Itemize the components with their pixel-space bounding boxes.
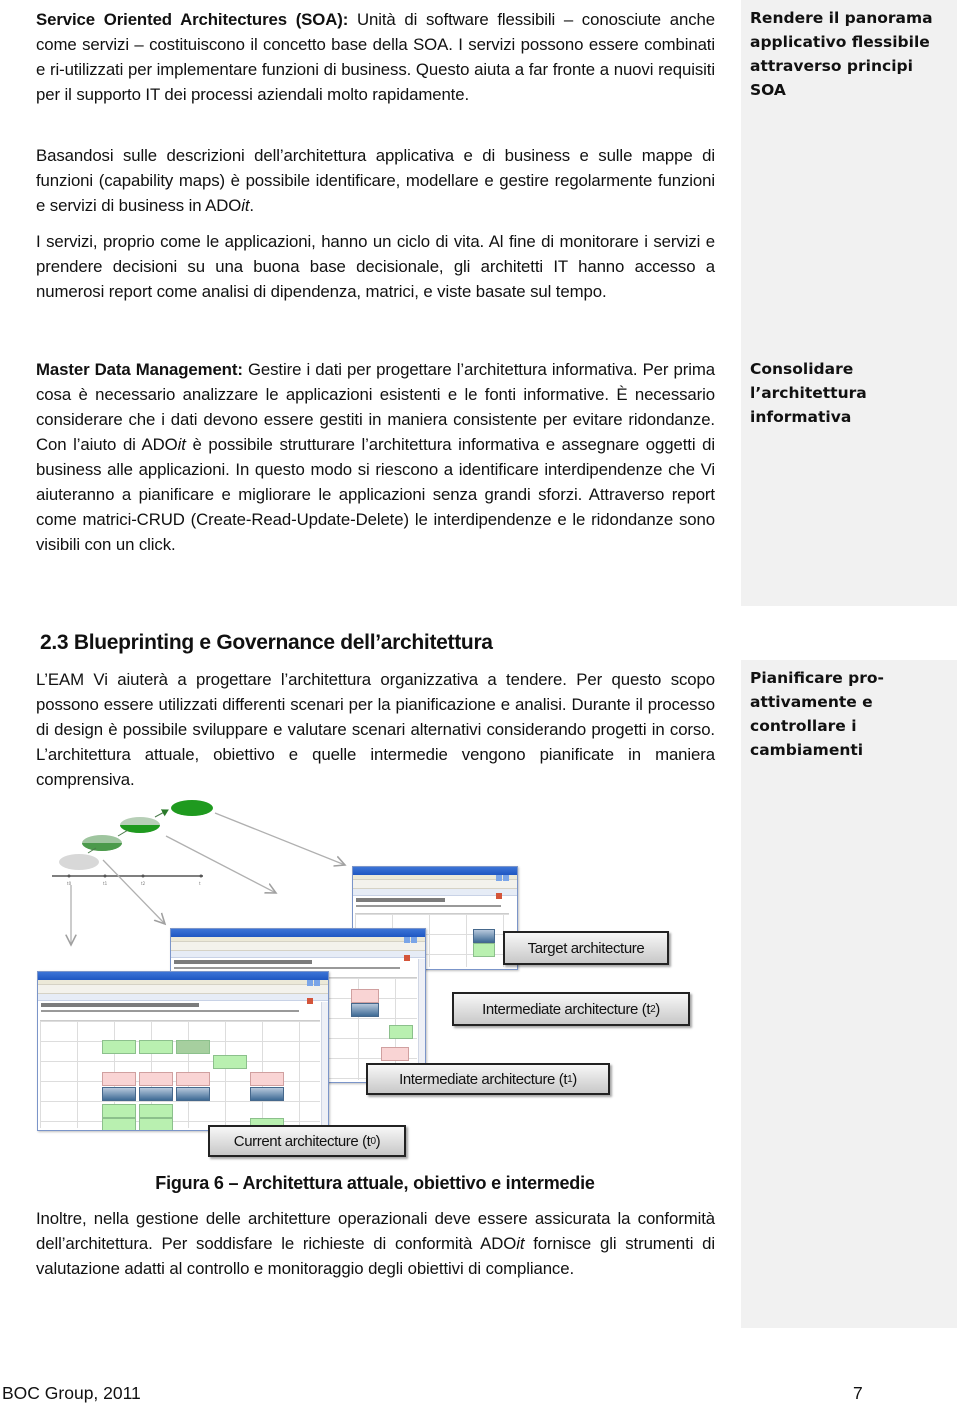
paragraph-text-end: . — [249, 196, 254, 215]
label-text: Intermediate architecture (t — [482, 1000, 651, 1018]
term-soa: Service Oriented Architectures (SOA): — [36, 10, 349, 29]
label-current-architecture: Current architecture (t 0) — [208, 1125, 406, 1157]
tick-t0 — [67, 874, 71, 878]
sidebar-note-soa: Rendere il panorama applicativo flessibi… — [750, 9, 933, 99]
figure-architecture-scenarios: t0 t1 t2 t Target architecture Intermedi… — [0, 790, 720, 1170]
footer-company: BOC Group, 2011 — [2, 1383, 141, 1403]
progress-arrow — [117, 829, 129, 837]
tick-t1 — [103, 874, 107, 878]
pointer-arrow-t1 — [102, 859, 165, 924]
label-intermediate-t2: Intermediate architecture (t 2) — [452, 992, 690, 1026]
label-target-architecture: Target architecture — [503, 931, 669, 965]
label-text: Intermediate architecture (t — [399, 1070, 568, 1088]
tick-label-t1: t1 — [103, 881, 108, 886]
product-name-italic: it — [177, 435, 186, 454]
paragraph-text: I servizi, proprio come le applicazioni,… — [36, 232, 715, 301]
sidebar-note-information-architecture: Consolidare l’architettura informativa — [750, 360, 867, 426]
node-soll-1-shade — [82, 843, 122, 851]
paragraph-compliance: Inoltre, nella gestione delle architettu… — [36, 1206, 715, 1281]
term-master-data: Master Data Management: — [36, 360, 243, 379]
tick-t2 — [141, 874, 145, 878]
pointer-arrow-target — [214, 812, 345, 865]
tick-t — [199, 874, 203, 878]
window-titlebar — [171, 929, 425, 961]
paragraph-text: L’EAM Vi aiuterà a progettare l’architet… — [36, 670, 715, 789]
paragraph-capability-maps: Basandosi sulle descrizioni dell’archite… — [36, 143, 715, 218]
screenshot-window-current — [37, 971, 329, 1131]
paragraph-soa: Service Oriented Architectures (SOA): Un… — [36, 7, 715, 107]
progress-arrow — [154, 809, 169, 818]
paragraph-eam: L’EAM Vi aiuterà a progettare l’architet… — [36, 667, 715, 792]
section-heading: 2.3 Blueprinting e Governance dell’archi… — [40, 631, 493, 654]
pointer-arrow-t2 — [165, 835, 276, 893]
node-ist — [59, 854, 99, 870]
label-intermediate-t1: Intermediate architecture (t 1) — [366, 1063, 610, 1095]
label-close-paren: ) — [655, 1000, 660, 1018]
tick-label-t2: t2 — [141, 881, 146, 886]
figure-caption: Figura 6 – Architettura attuale, obietti… — [155, 1173, 595, 1193]
label-text: Target architecture — [527, 939, 645, 957]
footer-page-number: 7 — [853, 1383, 863, 1403]
paragraph-text: Basandosi sulle descrizioni dell’archite… — [36, 146, 715, 215]
node-soll-2-shade — [120, 825, 160, 833]
paragraph-service-lifecycle: I servizi, proprio come le applicazioni,… — [36, 229, 715, 304]
window-titlebar — [38, 972, 328, 1004]
label-text: Current architecture (t — [233, 1132, 371, 1150]
paragraph-master-data: Master Data Management: Gestire i dati p… — [36, 357, 715, 557]
label-close-paren: ) — [375, 1132, 381, 1150]
sidebar-note-planning: Pianificare pro-attivamente e controllar… — [750, 669, 884, 759]
window-titlebar — [353, 867, 517, 899]
node-soll-alternative — [171, 800, 213, 816]
label-close-paren: ) — [572, 1070, 577, 1088]
tick-label-t: t — [199, 881, 201, 886]
